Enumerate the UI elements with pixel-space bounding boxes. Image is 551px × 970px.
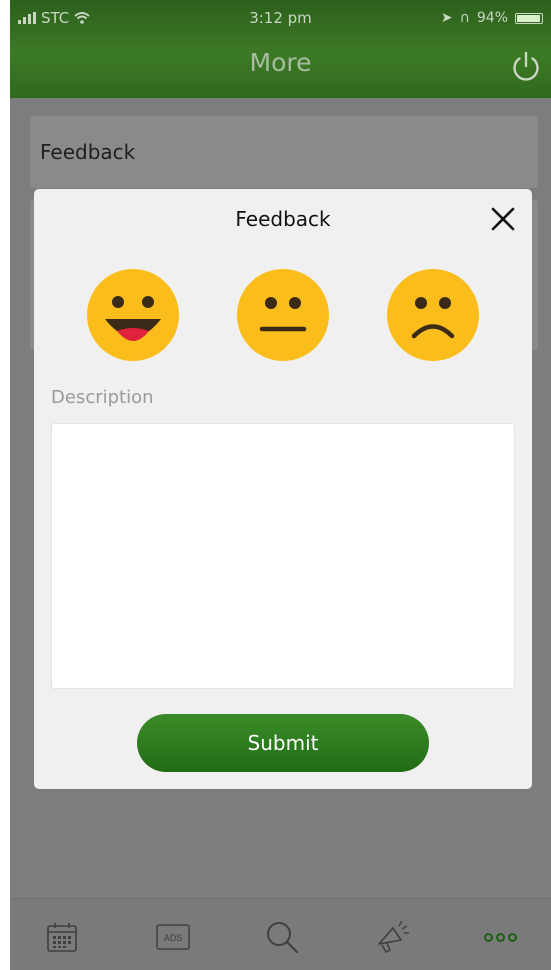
- wifi-icon: [74, 12, 90, 24]
- bottom-tab-bar: ADS: [10, 898, 551, 970]
- ads-icon: ADS: [156, 924, 190, 950]
- carrier-name: STC: [41, 9, 70, 27]
- submit-button[interactable]: Submit: [137, 714, 429, 772]
- ads-icon-label: ADS: [164, 933, 183, 943]
- signal-icon: [18, 12, 36, 24]
- status-bar: STC 3:12 pm ➤ ∩ 94%: [10, 0, 551, 36]
- tab-search[interactable]: [262, 917, 302, 957]
- description-label: Description: [51, 387, 154, 408]
- tab-announcements[interactable]: [372, 917, 412, 957]
- tab-calendar[interactable]: [42, 917, 82, 957]
- top-bar: STC 3:12 pm ➤ ∩ 94% More: [10, 0, 551, 98]
- power-icon[interactable]: [509, 50, 543, 84]
- app-screen: STC 3:12 pm ➤ ∩ 94% More Feedback ADS Fe…: [10, 0, 551, 970]
- description-input[interactable]: [51, 423, 515, 689]
- more-icon: [483, 932, 517, 942]
- location-icon: ➤: [440, 10, 453, 26]
- page-title: More: [249, 48, 312, 77]
- feedback-dialog: Feedback Description Submit: [34, 189, 532, 789]
- calendar-icon: [47, 923, 77, 952]
- search-icon: [267, 922, 299, 954]
- sad-face-icon[interactable]: [387, 269, 479, 361]
- dialog-title: Feedback: [235, 207, 331, 231]
- tab-ads[interactable]: ADS: [153, 917, 193, 957]
- neutral-face-icon[interactable]: [237, 269, 329, 361]
- list-item-label: Feedback: [40, 140, 136, 164]
- megaphone-icon: [378, 920, 409, 953]
- headphones-icon: ∩: [459, 10, 470, 26]
- close-icon[interactable]: [488, 204, 518, 234]
- list-item-feedback[interactable]: Feedback: [30, 116, 538, 188]
- battery-percent: 94%: [476, 10, 508, 26]
- battery-icon: [515, 12, 543, 24]
- tab-more[interactable]: [480, 917, 520, 957]
- happy-face-icon[interactable]: [87, 269, 179, 361]
